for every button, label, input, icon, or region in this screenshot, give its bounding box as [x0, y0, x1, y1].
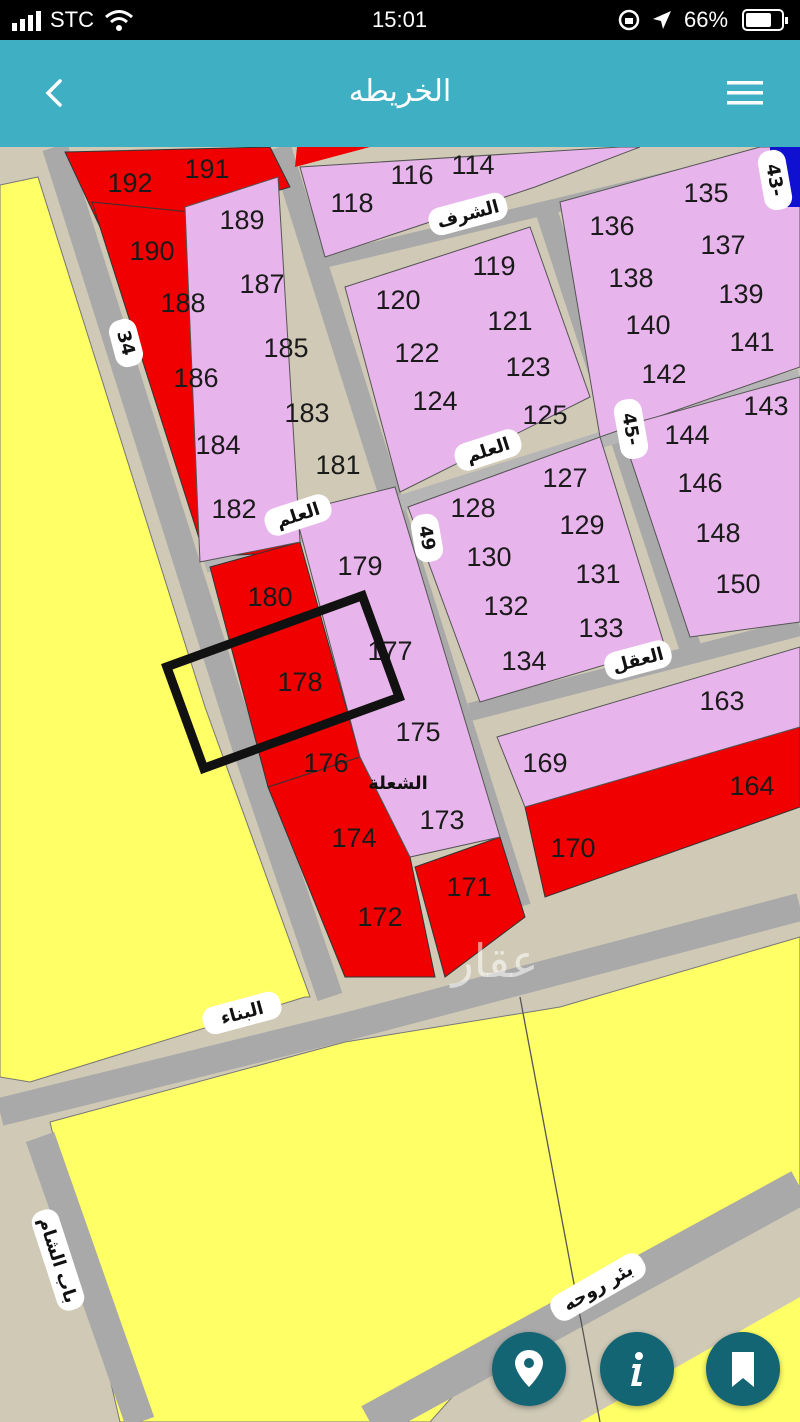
info-icon — [631, 1352, 643, 1386]
plot-150[interactable]: 150 — [715, 569, 760, 599]
plot-174[interactable]: 174 — [331, 823, 376, 853]
plot-176[interactable]: 176 — [303, 748, 348, 778]
plot-119[interactable]: 119 — [472, 251, 515, 281]
info-button[interactable] — [600, 1332, 674, 1406]
svg-text:49: 49 — [414, 524, 439, 552]
plot-171[interactable]: 171 — [446, 872, 491, 902]
plot-136[interactable]: 136 — [589, 211, 634, 241]
plot-121[interactable]: 121 — [487, 306, 532, 336]
plot-129[interactable]: 129 — [559, 510, 604, 540]
plot-map[interactable]: 192 191 190 188 186 184 182 180 178 176 … — [0, 147, 800, 1422]
plot-185[interactable]: 185 — [263, 333, 308, 363]
plot-128[interactable]: 128 — [450, 493, 495, 523]
plot-135[interactable]: 135 — [683, 178, 728, 208]
wifi-icon — [105, 10, 133, 31]
hamburger-menu-icon[interactable] — [725, 73, 765, 113]
battery-icon — [742, 9, 788, 31]
plot-182[interactable]: 182 — [211, 494, 256, 524]
plot-124[interactable]: 124 — [412, 386, 457, 416]
clock: 15:01 — [372, 7, 428, 32]
plot-180[interactable]: 180 — [247, 582, 292, 612]
plot-140[interactable]: 140 — [625, 310, 670, 340]
plot-172[interactable]: 172 — [357, 902, 402, 932]
plot-191[interactable]: 191 — [184, 154, 229, 184]
plot-179[interactable]: 179 — [337, 551, 382, 581]
location-pin-icon — [515, 1350, 543, 1387]
plot-138[interactable]: 138 — [608, 263, 653, 293]
map-view[interactable]: 192 191 190 188 186 184 182 180 178 176 … — [0, 147, 800, 1422]
plot-137[interactable]: 137 — [700, 230, 745, 260]
street-label-alshoala: الشعلة — [368, 773, 428, 794]
plot-144[interactable]: 144 — [664, 420, 709, 450]
status-bar: STC 15:01 66% — [0, 0, 800, 40]
location-arrow-icon — [653, 11, 671, 29]
plot-132[interactable]: 132 — [483, 591, 528, 621]
battery-percent: 66% — [684, 7, 729, 32]
watermark-logo: عقار — [450, 934, 539, 988]
carrier-name: STC — [50, 7, 94, 32]
plot-192[interactable]: 192 — [107, 168, 152, 198]
plot-189[interactable]: 189 — [219, 205, 264, 235]
plot-187[interactable]: 187 — [239, 269, 284, 299]
plot-127[interactable]: 127 — [542, 463, 587, 493]
plot-181[interactable]: 181 — [315, 450, 360, 480]
plot-146[interactable]: 146 — [677, 468, 722, 498]
plot-116[interactable]: 116 — [390, 160, 433, 190]
orientation-lock-icon — [618, 9, 640, 31]
plot-143[interactable]: 143 — [743, 391, 788, 421]
plot-125[interactable]: 125 — [522, 400, 567, 430]
plot-163[interactable]: 163 — [699, 686, 744, 716]
plot-186[interactable]: 186 — [173, 363, 218, 393]
bookmark-button[interactable] — [706, 1332, 780, 1406]
plot-178[interactable]: 178 — [277, 667, 322, 697]
plot-184[interactable]: 184 — [195, 430, 240, 460]
bookmark-icon — [732, 1352, 754, 1387]
plot-114[interactable]: 114 — [451, 150, 494, 180]
plot-142[interactable]: 142 — [641, 359, 686, 389]
plot-169[interactable]: 169 — [522, 748, 567, 778]
plot-134[interactable]: 134 — [501, 646, 546, 676]
plot-164[interactable]: 164 — [729, 771, 774, 801]
page-title: الخريطه — [348, 74, 452, 109]
plot-120[interactable]: 120 — [375, 285, 420, 315]
plot-123[interactable]: 123 — [505, 352, 550, 382]
plot-175[interactable]: 175 — [395, 717, 440, 747]
plot-131[interactable]: 131 — [575, 559, 620, 589]
plot-188[interactable]: 188 — [160, 288, 205, 318]
plot-141[interactable]: 141 — [729, 327, 774, 357]
plot-139[interactable]: 139 — [718, 279, 763, 309]
plot-173[interactable]: 173 — [419, 805, 464, 835]
signal-bars-icon — [12, 11, 41, 31]
plot-183[interactable]: 183 — [284, 398, 329, 428]
location-button[interactable] — [492, 1332, 566, 1406]
plot-130[interactable]: 130 — [466, 542, 511, 572]
plot-148[interactable]: 148 — [695, 518, 740, 548]
plot-133[interactable]: 133 — [578, 613, 623, 643]
plot-122[interactable]: 122 — [394, 338, 439, 368]
header: الخريطه — [0, 40, 800, 147]
plot-170[interactable]: 170 — [550, 833, 595, 863]
plot-118[interactable]: 118 — [330, 188, 373, 218]
svg-text:الشعلة: الشعلة — [368, 773, 428, 794]
plot-190[interactable]: 190 — [129, 236, 174, 266]
